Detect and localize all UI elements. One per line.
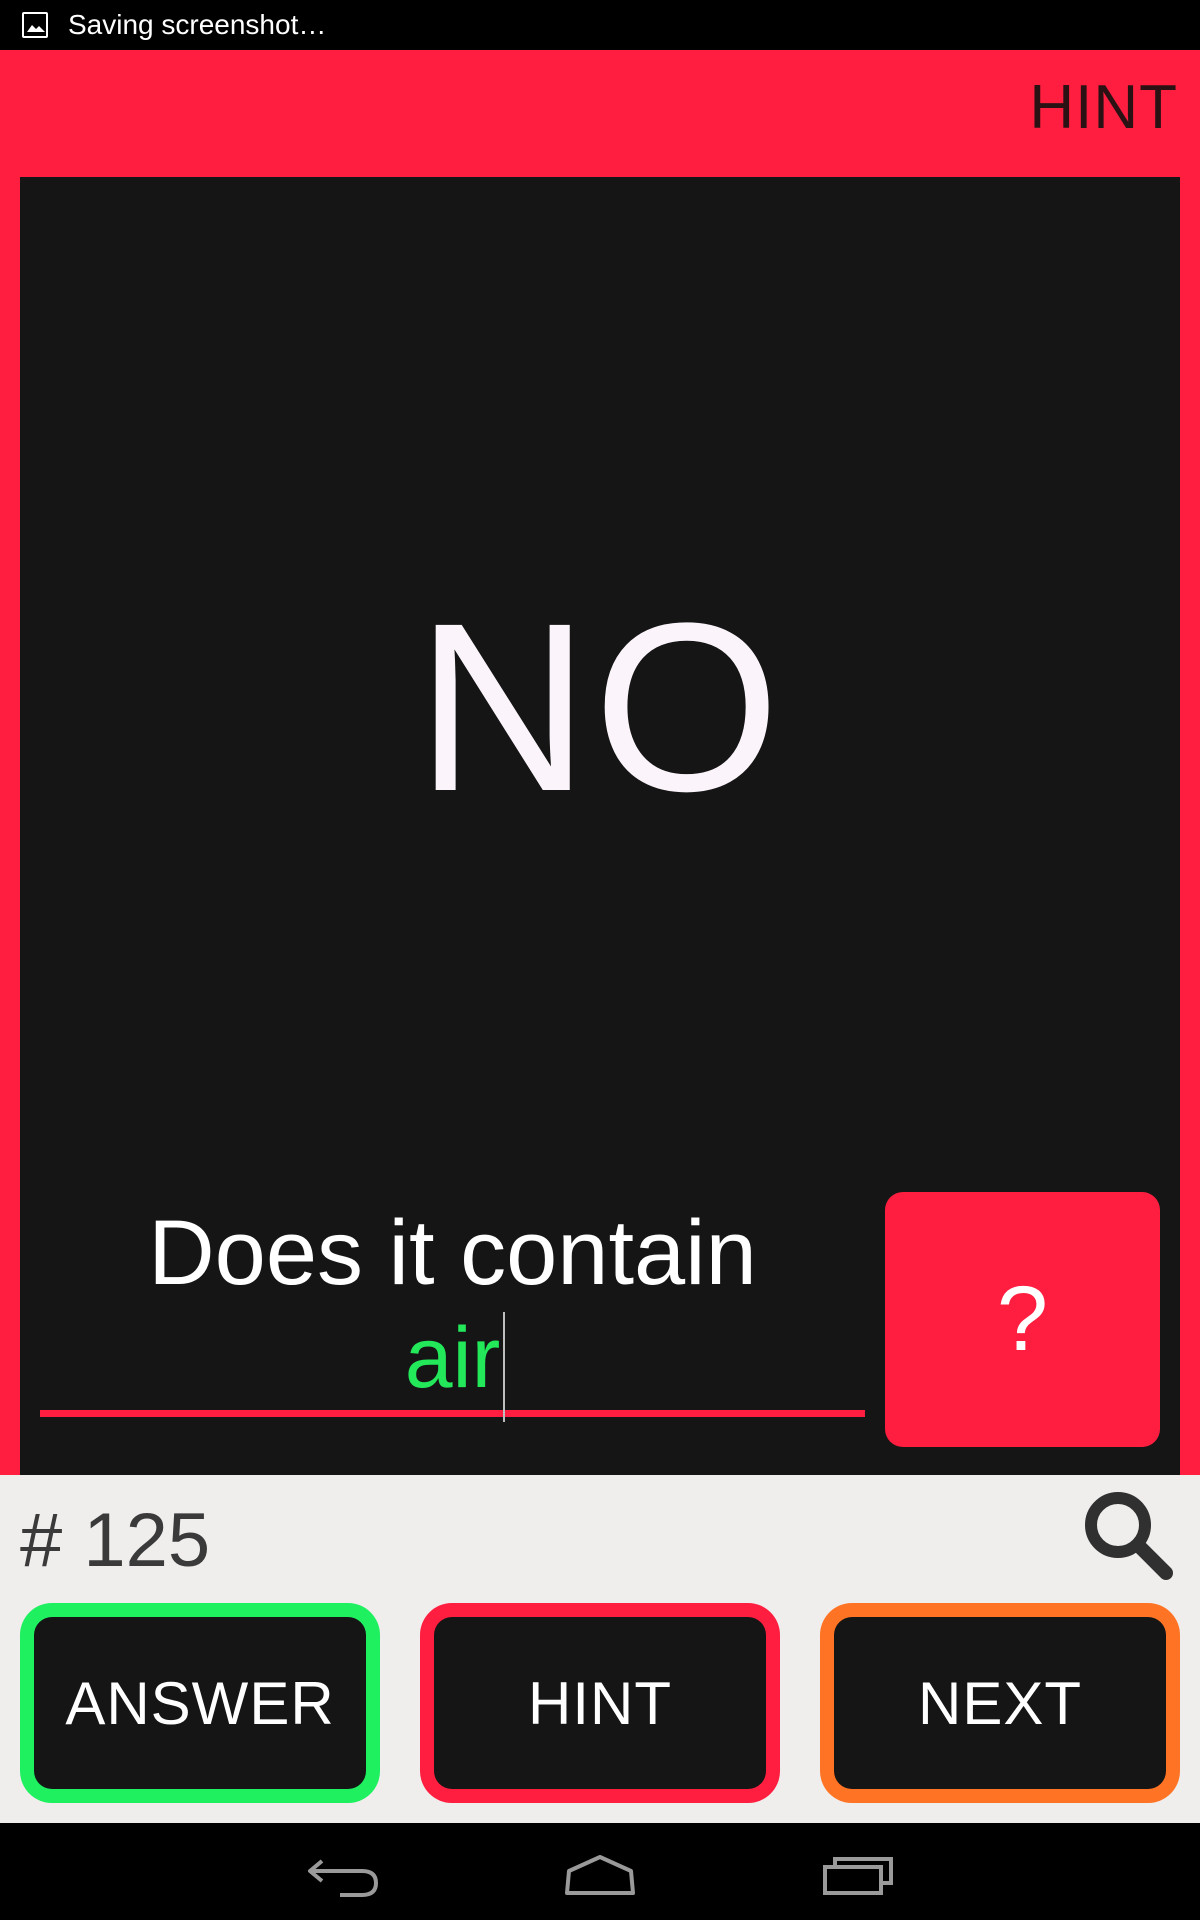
back-button[interactable] [300, 1843, 390, 1903]
answer-display: NO [416, 573, 784, 841]
text-cursor [503, 1312, 505, 1422]
recents-button[interactable] [815, 1843, 905, 1903]
navigation-bar [0, 1823, 1200, 1920]
next-button-label: NEXT [834, 1617, 1166, 1789]
guess-input[interactable] [40, 1307, 865, 1417]
question-prompt: Does it contain [148, 1202, 757, 1304]
answer-button-label: ANSWER [34, 1617, 366, 1789]
image-icon [22, 12, 48, 38]
home-icon [565, 1855, 635, 1895]
home-button[interactable] [555, 1843, 645, 1903]
action-buttons: ANSWER HINT NEXT [20, 1603, 1180, 1803]
recents-icon [823, 1857, 893, 1895]
question-counter: # 125 [20, 1498, 211, 1583]
hint-button[interactable]: HINT [420, 1603, 780, 1803]
bottom-panel: # 125 ANSWER HINT NEXT [0, 1475, 1200, 1823]
answer-button[interactable]: ANSWER [20, 1603, 380, 1803]
status-text: Saving screenshot… [68, 9, 327, 40]
app-frame: HINT NO Does it contain ? [0, 50, 1200, 1475]
hint-button-label: HINT [434, 1617, 766, 1789]
ask-button[interactable]: ? [885, 1192, 1160, 1447]
search-button[interactable] [1078, 1485, 1178, 1585]
status-bar: Saving screenshot… [0, 0, 1200, 50]
back-icon [308, 1859, 379, 1897]
search-icon [1085, 1492, 1173, 1580]
next-button[interactable]: NEXT [820, 1603, 1180, 1803]
action-bar-hint-button[interactable]: HINT [1029, 72, 1178, 143]
